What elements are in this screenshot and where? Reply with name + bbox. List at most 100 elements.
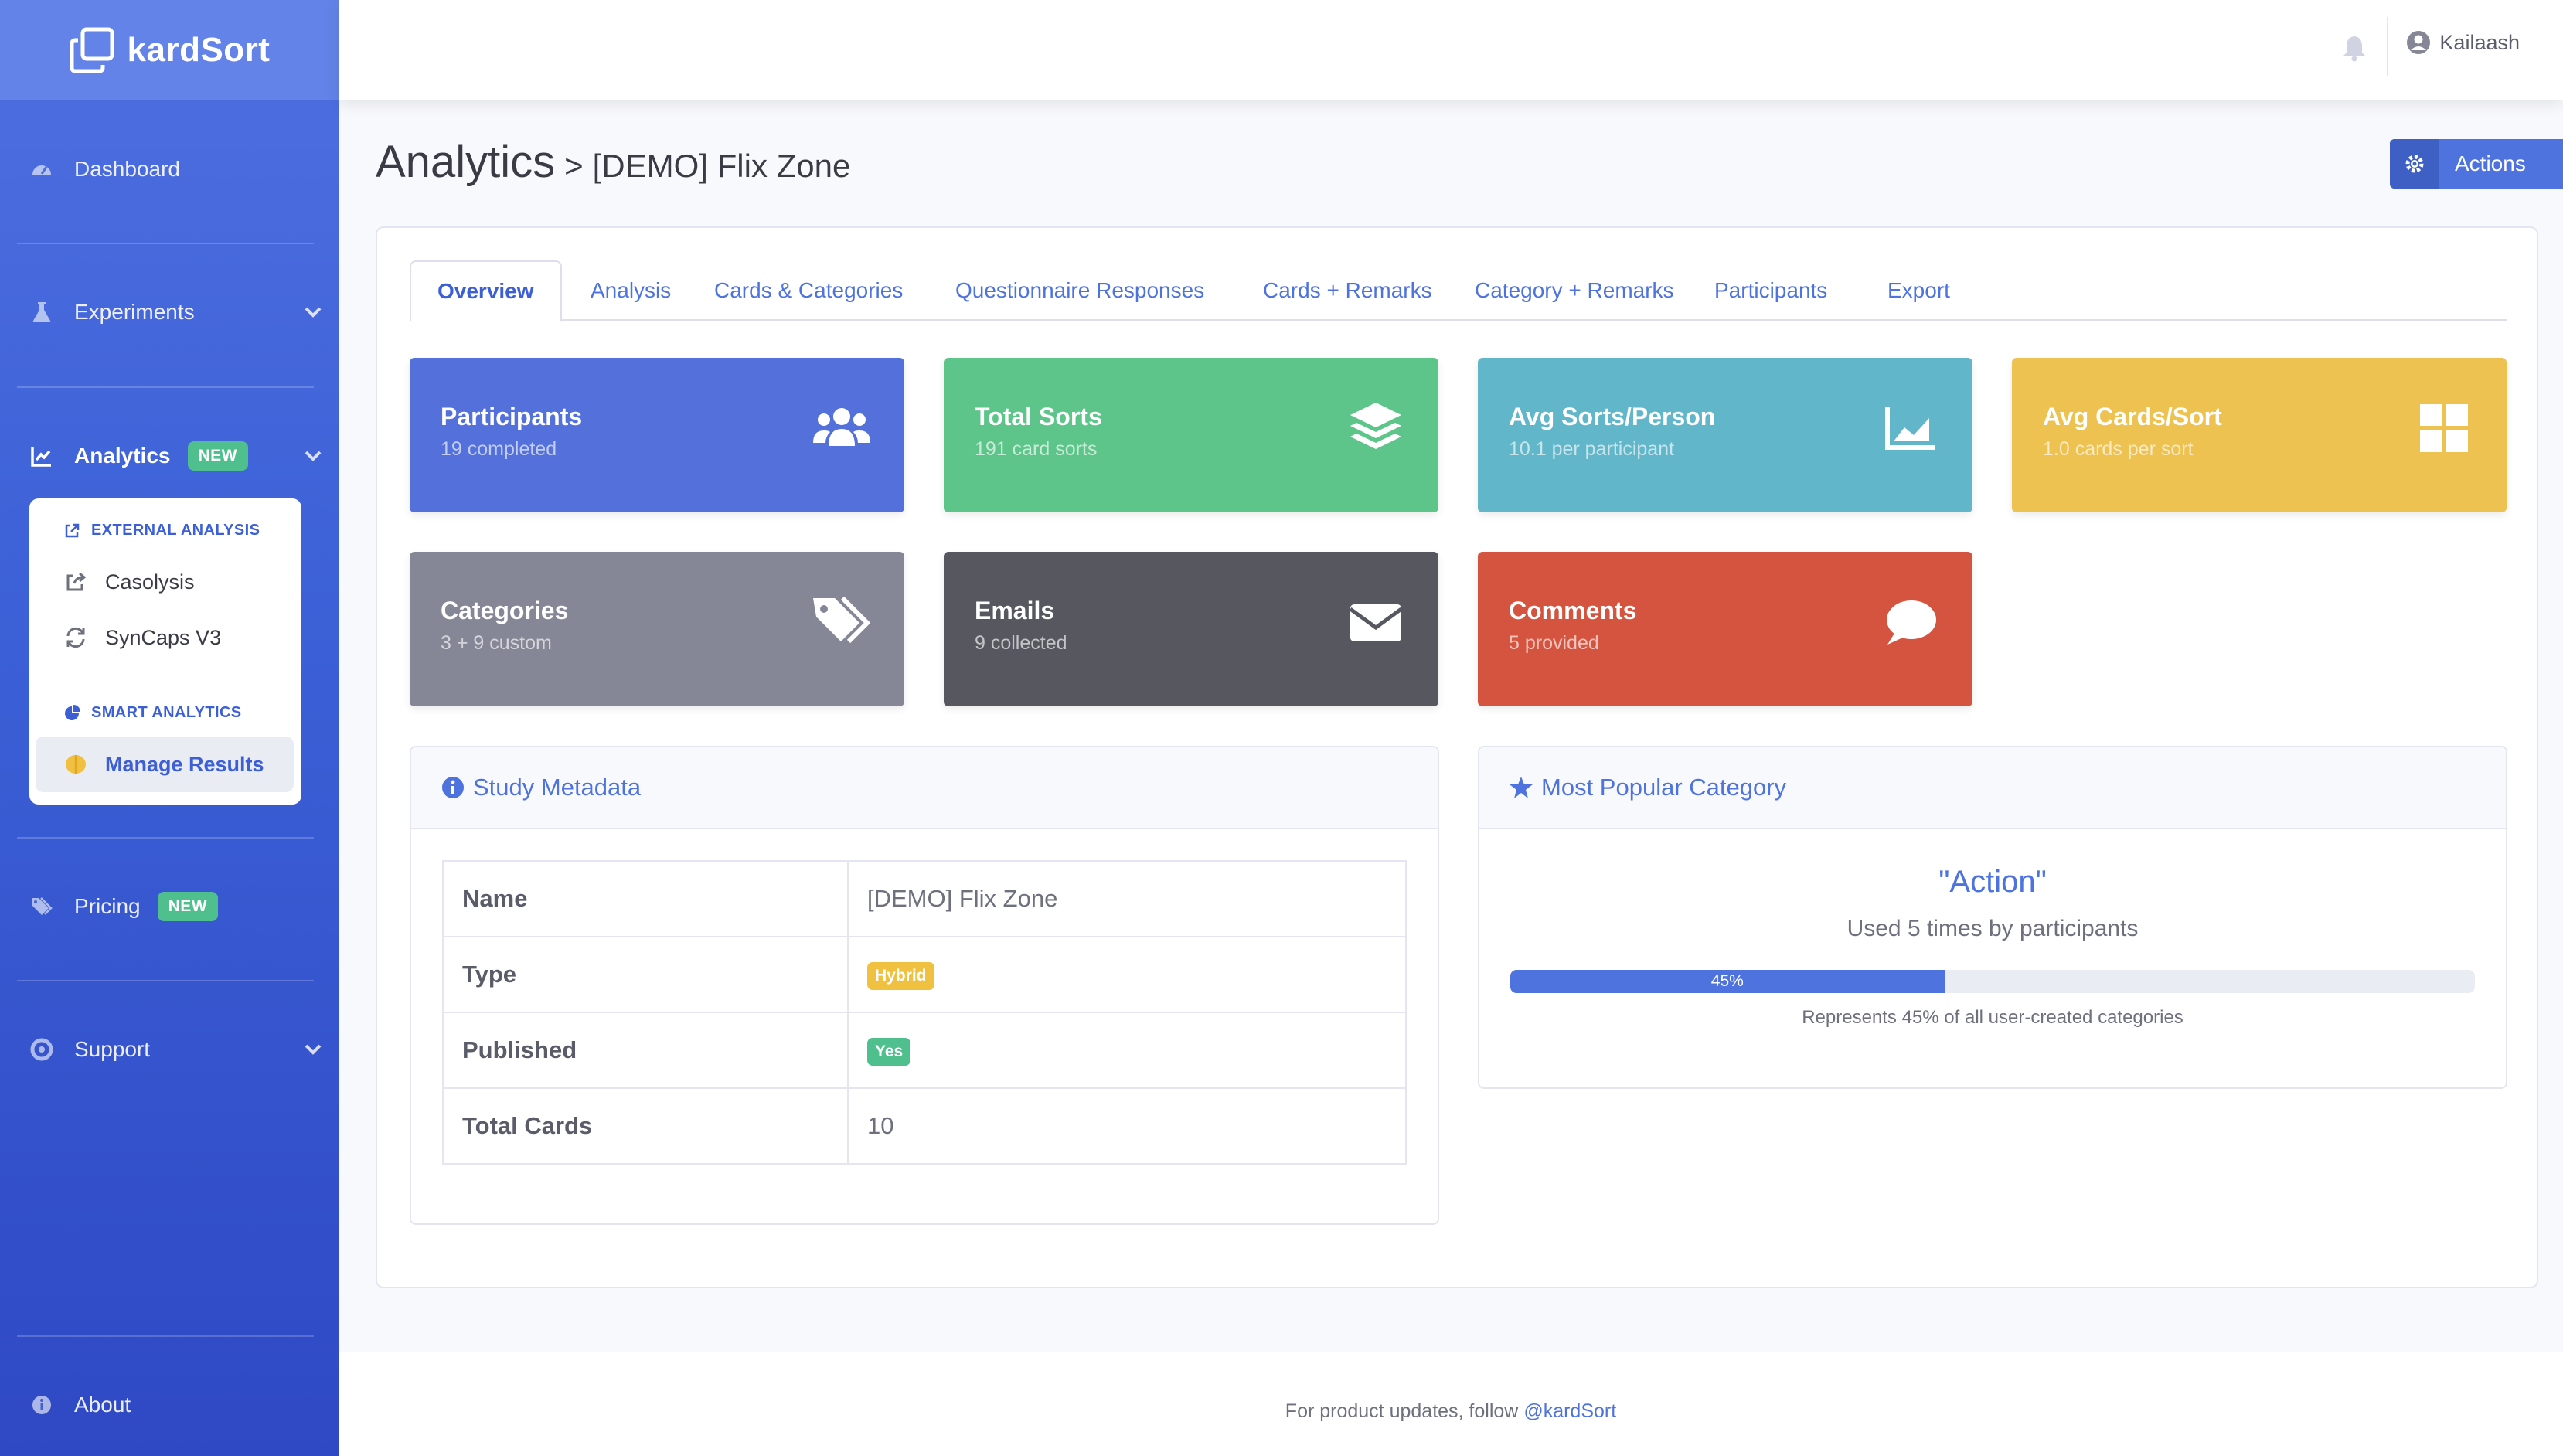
progress-fill: 45% [1510, 970, 1945, 993]
share-square-icon [66, 572, 87, 591]
user-menu[interactable]: Kailaash [2405, 29, 2520, 56]
comment-icon [1887, 600, 1936, 645]
sidebar-divider [17, 837, 314, 839]
tab-export[interactable]: Export [1861, 260, 1976, 321]
smart-analytics-header: SMART ANALYTICS [63, 704, 242, 722]
sidebar-item-pricing[interactable]: Pricing NEW [0, 879, 339, 934]
popular-category-usage: Used 5 times by participants [1847, 916, 2139, 941]
topbar: Kailaash [339, 0, 2563, 100]
layer-group-icon [1350, 403, 1401, 449]
sync-icon [66, 627, 85, 648]
analytics-submenu: EXTERNAL ANALYSIS Casolysis SynCaps V3 S… [29, 498, 301, 805]
kardsort-logo-icon [70, 27, 114, 73]
sidebar: kardSort Dashboard Experiments Analytics… [0, 0, 339, 1456]
tab-questionnaire-responses[interactable]: Questionnaire Responses [929, 260, 1230, 321]
submenu-item-casolysis[interactable]: Casolysis [36, 554, 294, 610]
chart-pie-icon [65, 704, 80, 720]
study-metadata-header: Study Metadata [411, 747, 1438, 829]
sidebar-divider [17, 243, 314, 244]
sidebar-item-analytics[interactable]: Analytics NEW [0, 429, 339, 483]
stat-card-avg-cards-sort[interactable]: Avg Cards/Sort 1.0 cards per sort [2012, 358, 2507, 512]
actions-button[interactable]: Actions [2390, 139, 2563, 189]
submenu-item-manage-results[interactable]: Manage Results [36, 737, 294, 792]
users-icon [813, 408, 870, 446]
popular-category-note: Represents 45% of all user-created categ… [1802, 1007, 2183, 1028]
stat-card-total-sorts[interactable]: Total Sorts 191 card sorts [944, 358, 1438, 512]
tab-cards-remarks[interactable]: Cards + Remarks [1237, 260, 1458, 321]
brand[interactable]: kardSort [0, 0, 339, 100]
grid-icon [2420, 404, 2468, 452]
bell-icon[interactable] [2342, 34, 2367, 62]
table-row: Published Yes [442, 1012, 1407, 1089]
user-circle-icon [2407, 31, 2431, 54]
gauge-icon [29, 157, 54, 182]
tab-category-remarks[interactable]: Category + Remarks [1448, 260, 1700, 321]
brain-icon [66, 755, 86, 774]
sidebar-divider [17, 1335, 314, 1337]
brand-name: kardSort [127, 31, 271, 69]
stat-card-categories[interactable]: Categories 3 + 9 custom [410, 552, 904, 706]
most-popular-category-panel: Most Popular Category "Action" Used 5 ti… [1478, 746, 2507, 1089]
life-ring-icon [29, 1037, 54, 1062]
page-title: Analytics > [DEMO] Flix Zone [376, 136, 850, 188]
envelope-icon [1349, 604, 1403, 641]
actions-label: Actions [2455, 151, 2526, 175]
sidebar-divider [17, 386, 314, 388]
tab-bar: Overview Analysis Cards & Categories Que… [410, 260, 2507, 322]
tab-overview[interactable]: Overview [410, 260, 562, 322]
footer: For product updates, follow @kardSort [339, 1352, 2563, 1456]
stat-card-avg-sorts-person[interactable]: Avg Sorts/Person 10.1 per participant [1478, 358, 1972, 512]
table-row: Type Hybrid [442, 936, 1407, 1013]
sidebar-item-label: Pricing [74, 894, 141, 918]
tags-icon [813, 596, 871, 644]
star-icon [1510, 777, 1533, 798]
sidebar-item-label: About [74, 1393, 131, 1417]
chevron-down-icon[interactable] [303, 446, 323, 466]
sidebar-divider [17, 980, 314, 981]
most-popular-category-header: Most Popular Category [1479, 747, 2506, 829]
stat-card-comments[interactable]: Comments 5 provided [1478, 552, 1972, 706]
new-badge: NEW [157, 892, 219, 921]
tags-icon [29, 894, 54, 919]
chevron-down-icon[interactable] [303, 302, 323, 322]
chart-area-icon [1885, 407, 1935, 450]
submenu-item-syncaps-v3[interactable]: SynCaps V3 [36, 610, 294, 665]
page-title-study: [DEMO] Flix Zone [592, 148, 851, 184]
info-circle-icon [29, 1393, 54, 1417]
tab-analysis[interactable]: Analysis [564, 260, 697, 321]
table-row: Name [DEMO] Flix Zone [442, 860, 1407, 937]
page-title-main: Analytics [376, 137, 556, 187]
footer-twitter-link[interactable]: @kardSort [1523, 1400, 1616, 1422]
flask-icon [29, 300, 54, 325]
sidebar-item-support[interactable]: Support [0, 1022, 339, 1077]
new-badge: NEW [187, 441, 248, 471]
tab-cards-categories[interactable]: Cards & Categories [688, 260, 929, 321]
sidebar-item-experiments[interactable]: Experiments [0, 285, 339, 339]
metadata-table: Name [DEMO] Flix Zone Type Hybrid Publis… [442, 860, 1407, 1165]
main-card: Overview Analysis Cards & Categories Que… [376, 226, 2538, 1288]
sidebar-item-about[interactable]: About [0, 1378, 339, 1432]
tab-participants[interactable]: Participants [1688, 260, 1853, 321]
external-link-icon [65, 523, 80, 537]
sidebar-item-label: Dashboard [74, 157, 180, 181]
gear-icon [2390, 139, 2439, 189]
chevron-down-icon[interactable] [303, 1039, 323, 1060]
study-metadata-panel: Study Metadata Name [DEMO] Flix Zone Typ… [410, 746, 1439, 1225]
popular-category-progress: 45% [1510, 970, 2475, 993]
breadcrumb-separator: > [564, 148, 584, 184]
table-row: Total Cards 10 [442, 1087, 1407, 1165]
topbar-divider [2387, 17, 2388, 76]
info-circle-icon [442, 777, 464, 798]
stat-card-participants[interactable]: Participants 19 completed [410, 358, 904, 512]
type-badge: Hybrid [867, 962, 934, 990]
external-analysis-header: EXTERNAL ANALYSIS [63, 522, 260, 539]
popular-category-name: "Action" [1938, 865, 2047, 899]
sidebar-item-dashboard[interactable]: Dashboard [0, 142, 339, 196]
published-badge: Yes [867, 1038, 911, 1066]
sidebar-item-label: Support [74, 1037, 151, 1061]
user-name: Kailaash [2439, 30, 2520, 54]
sidebar-item-label: Experiments [74, 300, 195, 324]
footer-text: For product updates, follow @kardSort [1285, 1400, 1617, 1422]
stat-card-emails[interactable]: Emails 9 collected [944, 552, 1438, 706]
sidebar-item-label: Analytics [74, 444, 171, 468]
